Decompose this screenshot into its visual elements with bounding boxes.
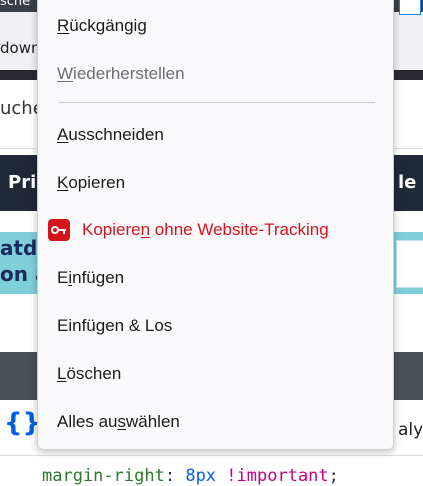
menu-item-paste[interactable]: Einfügen [38,258,393,298]
devtools-braces-icon[interactable]: {} [4,408,41,438]
menu-item-cut[interactable]: Ausschneiden [38,115,393,155]
menu-item-label: Alles auswählen [57,412,180,431]
access-key: n [140,220,151,239]
access-key: i [68,268,73,287]
access-key: s [117,412,126,431]
menu-item-label: Ausschneiden [57,125,164,144]
access-key: R [57,16,70,35]
key-icon [48,219,70,241]
menu-item-paste-and-go[interactable]: Einfügen & Los [38,306,393,346]
bookmark-fragment: down [0,39,41,57]
access-key: W [57,64,74,83]
menu-item-redo[interactable]: Wiederherstellen [38,54,393,94]
menu-item-label: Rückgängig [57,16,147,35]
css-value: 8px [185,466,217,486]
css-colon: : [164,466,176,486]
menu-item-label: Kopieren [57,173,126,192]
css-important: !important [226,466,329,486]
devtools-label-fragment: aly [398,420,423,440]
toolbar-button-fragment[interactable] [399,0,421,15]
context-menu: Rückgängig Wiederherstellen Ausschneiden… [37,0,394,450]
access-key: A [57,125,69,144]
menu-item-select-all[interactable]: Alles auswählen [38,402,393,442]
menu-item-label: Kopieren ohne Website-Tracking [82,220,329,239]
access-key: K [57,173,69,192]
nav-item-left-fragment[interactable]: Pri [8,172,36,193]
menu-item-label: Wiederherstellen [57,64,185,83]
css-semicolon: ; [328,466,339,486]
menu-item-label: Einfügen [57,268,125,287]
css-property: margin-right [42,466,165,486]
menu-item-undo[interactable]: Rückgängig [38,6,393,46]
access-key: L [57,364,67,383]
banner-image-fragment [396,240,423,288]
menu-item-label: Einfügen & Los [57,316,173,335]
menu-item-copy[interactable]: Kopieren [38,163,393,203]
menu-item-label: Löschen [57,364,122,383]
css-code-line: margin-right: 8px !important; [42,466,339,486]
menu-separator [58,102,375,103]
menu-item-copy-without-tracking[interactable]: Kopieren ohne Website-Tracking [38,210,393,250]
menu-item-delete[interactable]: Löschen [38,354,393,394]
nav-item-right-fragment[interactable]: le [398,172,416,193]
tab-title-fragment: sche [0,0,31,9]
